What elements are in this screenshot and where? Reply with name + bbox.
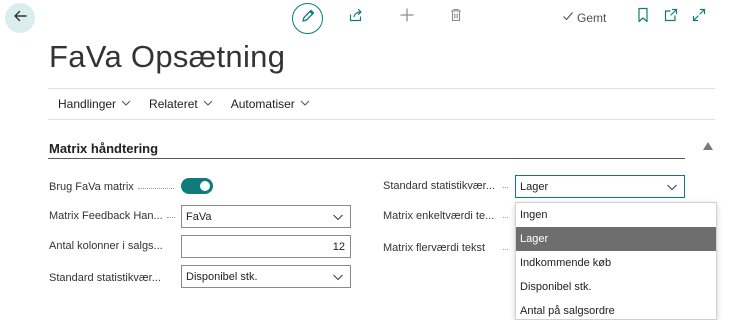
matrix-feedback-select[interactable]: FaVa <box>181 205 351 228</box>
share-button[interactable] <box>347 8 365 26</box>
field-label-matrix-flervaerdi: Matrix flerværdi tekst <box>383 242 486 254</box>
dropdown-option-lager[interactable]: Lager <box>516 227 716 251</box>
select-value: Lager <box>520 180 549 193</box>
toggle-knob <box>200 181 210 191</box>
menu-automatiser[interactable]: Automatiser <box>231 97 310 111</box>
dropdown-option-ingen[interactable]: Ingen <box>516 203 716 227</box>
open-in-new-window-icon <box>663 7 679 28</box>
chevron-down-icon <box>121 97 131 111</box>
section-title[interactable]: Matrix håndtering <box>49 141 158 156</box>
field-label-standard-statistikvaerdi-left: Standard statistikvær... <box>49 272 161 284</box>
dropdown-option-indkommende-koeb[interactable]: Indkommende køb <box>516 251 716 275</box>
expand-icon <box>691 7 707 28</box>
page-title: FaVa Opsætning <box>49 39 286 74</box>
field-label-matrix-enkeltvaerdi: Matrix enkeltværdi te... <box>383 210 495 222</box>
field-label-brug-fava-matrix: Brug FaVa matrix <box>49 181 134 193</box>
bookmark-button[interactable] <box>634 7 652 28</box>
brug-fava-matrix-toggle[interactable] <box>181 178 213 194</box>
label-dots <box>167 217 175 218</box>
standard-statistikvaerdi-select-right[interactable]: Lager <box>515 175 685 198</box>
chevron-down-icon <box>203 97 213 111</box>
chevron-down-icon <box>332 271 344 283</box>
scroll-up-button[interactable] <box>703 137 713 150</box>
saved-status: Gemt <box>562 10 606 25</box>
chevron-down-icon <box>300 97 310 111</box>
select-value: FaVa <box>186 210 212 223</box>
field-label-standard-statistikvaerdi-right: Standard statistikvær... <box>383 180 495 192</box>
edit-button[interactable] <box>292 3 323 34</box>
menu-label: Automatiser <box>230 97 295 111</box>
triangle-up-icon <box>703 137 713 154</box>
label-dots <box>503 249 508 250</box>
new-button[interactable] <box>398 8 416 26</box>
share-icon <box>348 7 364 28</box>
antal-kolonner-input[interactable]: 12 <box>181 235 351 258</box>
expand-button[interactable] <box>690 8 708 26</box>
standard-statistikvaerdi-select-left[interactable]: Disponibel stk. <box>181 265 351 288</box>
field-label-antal-kolonner: Antal kolonner i salgs... <box>49 240 163 252</box>
label-dots <box>138 188 174 189</box>
action-bar: Handlinger Relateret Automatiser <box>48 88 715 120</box>
field-label-matrix-feedback: Matrix Feedback Han... <box>49 210 163 222</box>
back-button[interactable] <box>5 3 35 33</box>
delete-button[interactable] <box>447 8 465 26</box>
label-dots <box>503 187 508 188</box>
statistikvaerdi-dropdown-list: Ingen Lager Indkommende køb Disponibel s… <box>515 202 717 320</box>
menu-handlinger[interactable]: Handlinger <box>58 97 131 111</box>
bookmark-icon <box>636 7 650 28</box>
input-value: 12 <box>332 240 345 253</box>
dropdown-option-antal-paa-salgsordre[interactable]: Antal på salgsordre <box>516 299 716 319</box>
saved-label: Gemt <box>577 10 607 25</box>
select-value: Disponibel stk. <box>186 270 258 283</box>
section-divider <box>48 158 685 159</box>
label-dots <box>503 217 508 218</box>
trash-icon <box>448 7 464 28</box>
menu-relateret[interactable]: Relateret <box>149 97 213 111</box>
checkmark-icon <box>562 10 574 25</box>
open-new-window-button[interactable] <box>662 8 680 26</box>
arrow-left-icon <box>12 8 28 29</box>
plus-icon <box>399 7 415 28</box>
pencil-icon <box>300 8 316 29</box>
chevron-down-icon <box>666 181 678 193</box>
chevron-down-icon <box>332 211 344 223</box>
menu-label: Relateret <box>149 97 198 111</box>
dropdown-option-disponibel-stk[interactable]: Disponibel stk. <box>516 275 716 299</box>
menu-label: Handlinger <box>58 97 117 111</box>
